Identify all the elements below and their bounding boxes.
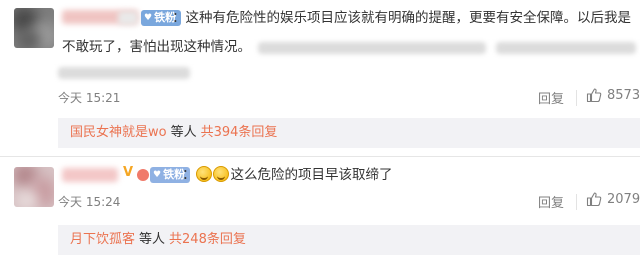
reply-summary[interactable]: 月下饮孤客 等人 共248条回复 [58,225,640,255]
username-blurred[interactable] [62,168,118,182]
reply-label: 回复 [538,92,565,107]
redacted-text [496,42,636,54]
divider-vertical [576,194,577,210]
comment-text: ：这种有危险性的娱乐项目应该就有明确的提醒，更要有安全保障。以后我是 [172,5,638,31]
like-count: 2079 [607,191,640,207]
like-count: 8573 [607,87,640,103]
emoji-grin-icon [195,166,212,182]
divider-vertical [576,90,577,106]
redacted-text [258,42,486,54]
verified-icon: V [123,165,134,180]
reply-mid-text: 等人 [139,232,166,247]
reply-user-link[interactable]: 国民女神就是wo [70,125,167,140]
heart-icon: ♥ [144,13,153,23]
comment-divider [0,156,640,157]
reply-count-link[interactable]: 共394条回复 [201,125,278,140]
reply-mid-text: 等人 [170,125,197,140]
comment-separator: ： [182,167,196,183]
comment-text-body: 这么危险的项目早该取缔了 [230,167,393,183]
comment-time: 今天 15:21 [58,91,121,105]
reply-label: 回复 [538,196,565,211]
reply-count-link[interactable]: 共248条回复 [169,232,246,247]
reply-user-link[interactable]: 月下饮孤客 [70,232,135,247]
comment-time: 今天 15:24 [58,195,121,209]
comment-separator: ： [172,10,186,26]
avatar[interactable] [14,8,54,48]
reply-button[interactable]: 回复 [538,192,564,211]
thumbs-up-icon [586,192,602,207]
like-button[interactable]: 8573 [586,87,640,103]
emoji-grin-icon [212,166,229,182]
comment-text: ： 这么危险的项目早该取缔了 [182,162,393,188]
comment-text-line2: 不敢玩了，害怕出现这种情况。 [62,39,251,55]
thumbs-up-icon [586,88,602,103]
redacted-text [58,67,190,79]
reply-summary[interactable]: 国民女神就是wo 等人 共394条回复 [58,118,640,148]
heart-icon: ♥ [153,170,162,180]
avatar[interactable] [14,167,54,207]
comment-text-line1: 这种有危险性的娱乐项目应该就有明确的提醒，更要有安全保障。以后我是 [185,10,632,26]
level-icon [137,169,149,181]
reply-button[interactable]: 回复 [538,88,564,107]
like-button[interactable]: 2079 [586,191,640,207]
